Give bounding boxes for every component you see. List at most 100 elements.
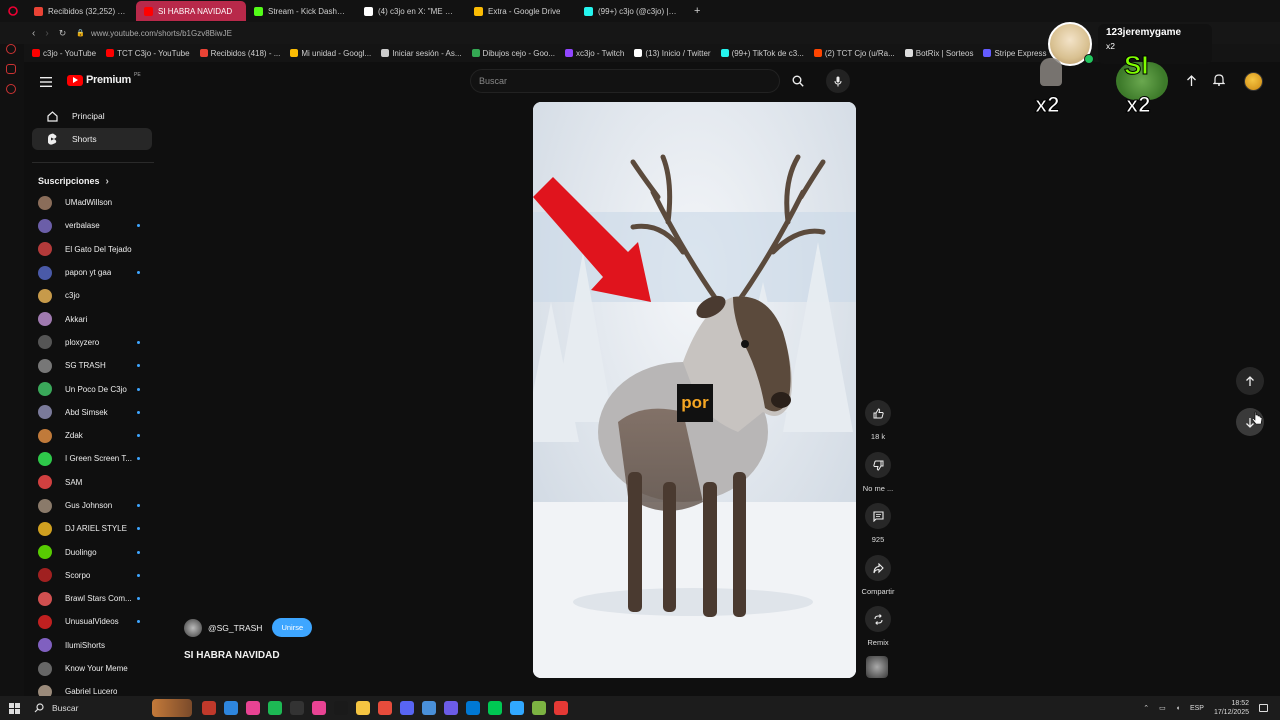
voice-search-button[interactable] [826,69,850,93]
bookmark-item[interactable]: Mi unidad - Googl... [290,49,371,58]
bookmark-item[interactable]: c3jo - YouTube [32,49,96,58]
subscription-item[interactable]: Gabriel Lucero [24,680,162,696]
tray-chevron-up-icon[interactable]: ⌃ [1143,704,1149,712]
browser-tab[interactable]: (4) c3jo en X: "ME VICIE [356,1,466,21]
tab-label: SI HABRA NAVIDAD [158,6,233,16]
tray-language[interactable]: ESP [1190,705,1204,712]
tray-clock[interactable]: 18:52 17/12/2025 [1214,699,1249,717]
subscriptions-header[interactable]: Suscripciones › [24,171,162,191]
taskbar-app-icon[interactable] [488,701,502,715]
notifications-icon[interactable] [1212,73,1226,91]
taskbar-search-icon [34,703,44,713]
bookmark-label: (99+) TikTok de c3... [731,48,804,58]
browser-tab[interactable]: Stream - Kick Dashboard [246,1,356,21]
taskbar-app-icon[interactable] [400,701,414,715]
bookmark-item[interactable]: (2) TCT Cjo (u/Ra... [813,49,895,58]
taskbar-app-icon[interactable] [444,701,458,715]
bookmark-item[interactable]: Dibujos cejo - Goo... [471,49,555,58]
like-button[interactable]: 18 k [858,400,898,441]
overlay-emote-text: SI [1124,50,1150,81]
bookmark-item[interactable]: (99+) TikTok de c3... [720,48,804,58]
taskbar-app-icon[interactable] [334,701,348,715]
subscription-item[interactable]: Akkari [24,307,162,330]
side-messenger-icon[interactable] [6,44,16,54]
channel-avatar[interactable] [184,618,202,637]
search-input[interactable]: Buscar [470,69,780,93]
subscription-item[interactable]: Know Your Meme [24,657,162,680]
back-icon[interactable]: ‹ [32,28,35,39]
remix-button[interactable]: Remix [858,606,898,647]
subscription-item[interactable]: papon yt gaa [24,261,162,284]
windows-start-icon[interactable] [9,702,20,714]
previous-short-button[interactable] [1236,367,1264,395]
subscription-item[interactable]: Zdak [24,424,162,447]
notification-center-icon[interactable] [1259,704,1268,712]
browser-menu-icon[interactable] [0,6,26,16]
taskbar-app-icon[interactable] [356,701,370,715]
side-instagram-icon[interactable] [6,64,16,74]
subscription-item[interactable]: verbalase [24,214,162,237]
share-button[interactable]: Compartir [858,555,898,596]
user-avatar[interactable] [1244,72,1263,91]
new-tab-button[interactable]: + [686,1,708,21]
search-button[interactable] [782,69,814,93]
join-button[interactable]: Unirse [272,618,313,637]
taskbar-app-icon[interactable] [290,701,304,715]
dislike-button[interactable]: No me ... [858,452,898,493]
bookmark-item[interactable]: (13) Inicio / Twitter [634,49,711,58]
subscription-item[interactable]: UnusualVideos [24,610,162,633]
bookmark-item[interactable]: Recibidos (418) - ... [199,49,280,58]
subscription-item[interactable]: Duolingo [24,540,162,563]
browser-tab[interactable]: Recibidos (32,252) - jose [26,1,136,21]
taskbar-app-icon[interactable] [510,701,524,715]
subscription-item[interactable]: Scorpo [24,564,162,587]
subscription-item[interactable]: SG TRASH [24,354,162,377]
nav-item-shorts[interactable]: Shorts [32,128,152,150]
subscription-item[interactable]: Gus Johnson [24,494,162,517]
subscription-item[interactable]: DJ ARIEL STYLE [24,517,162,540]
taskbar-app-icon[interactable] [554,701,568,715]
forward-icon[interactable]: › [45,28,48,39]
taskbar-app-icon[interactable] [224,701,238,715]
taskbar-widget-icon[interactable] [152,699,192,717]
browser-tab[interactable]: (99+) c3jo (@c3jo) | TikTok [576,1,686,21]
taskbar-app-icon[interactable] [246,701,260,715]
subscription-item[interactable]: UMadWillson [24,191,162,214]
subscription-item[interactable]: SAM [24,471,162,494]
subscription-item[interactable]: Abd Simsek [24,401,162,424]
bookmark-item[interactable]: xc3jo - Twitch [565,49,624,58]
action-label: 925 [871,535,885,544]
sound-thumbnail[interactable] [866,656,888,678]
create-upload-icon[interactable] [1186,74,1197,92]
bookmark-item[interactable]: BotRix | Sorteos [904,49,973,58]
taskbar-app-icon[interactable] [422,701,436,715]
bookmark-item[interactable]: Iniciar sesión - As... [381,49,462,58]
subscription-item[interactable]: IlumiShorts [24,634,162,657]
reload-icon[interactable]: ↻ [59,28,67,39]
short-video-player[interactable]: por [533,102,856,678]
subscription-item[interactable]: Un Poco De C3jo [24,377,162,400]
side-whatsapp-icon[interactable] [6,84,16,94]
subscription-item[interactable]: El Gato Del Tejado [24,238,162,261]
taskbar-app-icon[interactable] [268,701,282,715]
taskbar-app-icon[interactable] [202,701,216,715]
taskbar-app-icon[interactable] [466,701,480,715]
taskbar-app-icon[interactable] [532,701,546,715]
browser-tab[interactable]: SI HABRA NAVIDAD [136,1,246,21]
subscription-item[interactable]: Brawl Stars Com... [24,587,162,610]
tray-volume-icon[interactable]: ◖ [1176,705,1180,712]
subscription-item[interactable]: I Green Screen T... [24,447,162,470]
tray-network-icon[interactable]: ▭ [1159,704,1166,712]
comment-button[interactable]: 925 [858,503,898,544]
taskbar-app-icon[interactable] [378,701,392,715]
taskbar-search-box[interactable]: Buscar [34,703,152,713]
bookmark-item[interactable]: Stripe Express [983,49,1046,58]
bookmark-item[interactable]: TCT C3jo - YouTube [106,49,190,58]
browser-tab[interactable]: Extra - Google Drive [466,1,576,21]
nav-item-principal[interactable]: Principal [32,105,152,127]
subscription-item[interactable]: c3jo [24,284,162,307]
taskbar-app-icon[interactable] [312,701,326,715]
url-field[interactable]: www.youtube.com/shorts/b1Gzv8BiwJE [91,29,232,38]
subscription-item[interactable]: ploxyzero [24,331,162,354]
channel-handle[interactable]: @SG_TRASH [208,623,262,633]
